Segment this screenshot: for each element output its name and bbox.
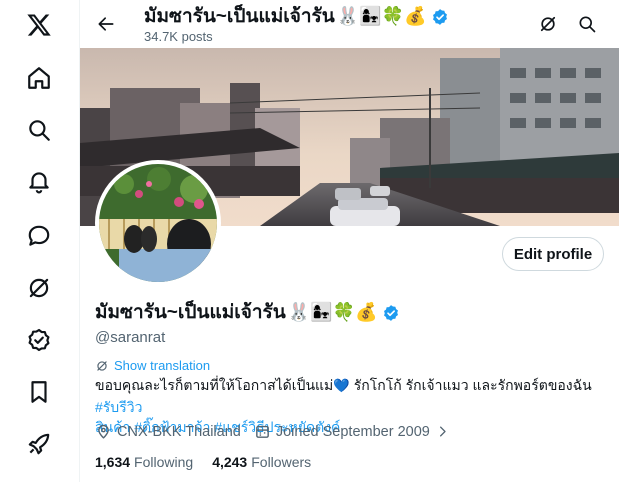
avatar-image [99, 164, 217, 282]
following-link[interactable]: 1,634 Following [95, 454, 193, 470]
location-item: CNX-BKK Thailand [95, 423, 241, 440]
back-button[interactable] [88, 6, 124, 42]
x-logo-icon[interactable] [17, 3, 61, 47]
following-label: Following [134, 454, 194, 470]
header-title: มัมซารัน~เป็นแม่เจ้ารัน 🐰👩‍👧🍀💰 [144, 5, 449, 29]
joined-text: Joined September 2009 [275, 423, 430, 440]
hashtag-link[interactable]: #รับรีวิว [95, 399, 142, 415]
bell-icon[interactable] [17, 159, 61, 203]
display-name-emoji: 🐰👩‍👧🍀💰 [287, 302, 378, 323]
grok-button[interactable] [531, 7, 565, 41]
follow-stats: 1,634 Following 4,243 Followers [95, 454, 311, 470]
blue-heart-emoji: 💙 [333, 379, 350, 394]
followers-label: Followers [251, 454, 312, 470]
show-translation-link[interactable]: Show translation [95, 358, 210, 373]
verified-badge-icon[interactable] [382, 304, 400, 322]
profile-avatar[interactable] [95, 160, 221, 286]
home-icon[interactable] [17, 56, 61, 100]
search-button[interactable] [570, 7, 604, 41]
chat-bubble-icon[interactable] [17, 214, 61, 258]
rocket-icon[interactable] [17, 422, 61, 466]
display-name-text: มัมซารัน~เป็นแม่เจ้ารัน [95, 302, 286, 323]
profile-header-bar: มัมซารัน~เป็นแม่เจ้ารัน 🐰👩‍👧🍀💰 34.7K post… [80, 0, 619, 48]
profile-main: มัมซารัน~เป็นแม่เจ้ารัน 🐰👩‍👧🍀💰 34.7K post… [80, 0, 619, 482]
grok-icon[interactable] [17, 266, 61, 310]
edit-profile-button[interactable]: Edit profile [502, 237, 604, 271]
following-count: 1,634 [95, 454, 131, 470]
header-title-text: มัมซารัน~เป็นแม่เจ้ารัน [144, 6, 335, 27]
translate-icon [97, 360, 107, 371]
joined-item[interactable]: Joined September 2009 [254, 423, 450, 440]
arrow-left-icon [98, 17, 114, 31]
location-pin-icon [98, 424, 109, 439]
bookmark-icon[interactable] [17, 370, 61, 414]
location-text: CNX-BKK Thailand [117, 423, 241, 440]
posts-count: 34.7K posts [144, 29, 213, 44]
bio-text: ขอบคุณละไรก็ตามที่ให้โอกาสได้เป็นแม่ [95, 377, 334, 393]
search-icon[interactable] [17, 108, 61, 152]
grok-icon [540, 16, 556, 32]
chevron-right-icon [439, 426, 446, 437]
verified-badge-icon[interactable] [17, 318, 61, 362]
search-icon [579, 16, 596, 33]
left-navigation [0, 0, 80, 482]
calendar-icon [255, 425, 269, 438]
profile-display-name: มัมซารัน~เป็นแม่เจ้ารัน 🐰👩‍👧🍀💰 [95, 301, 400, 325]
show-translation-label: Show translation [114, 358, 211, 373]
profile-handle: @saranrat [95, 329, 166, 346]
followers-count: 4,243 [212, 454, 248, 470]
verified-badge-icon [431, 8, 449, 26]
profile-meta: CNX-BKK Thailand Joined September 2009 [95, 423, 463, 440]
bio-text-rest: รักโกโก้ รักเจ้าแมว และรักพอร์ตของฉัน [349, 377, 592, 393]
followers-link[interactable]: 4,243 Followers [212, 454, 311, 470]
header-title-emoji: 🐰👩‍👧🍀💰 [336, 6, 427, 27]
